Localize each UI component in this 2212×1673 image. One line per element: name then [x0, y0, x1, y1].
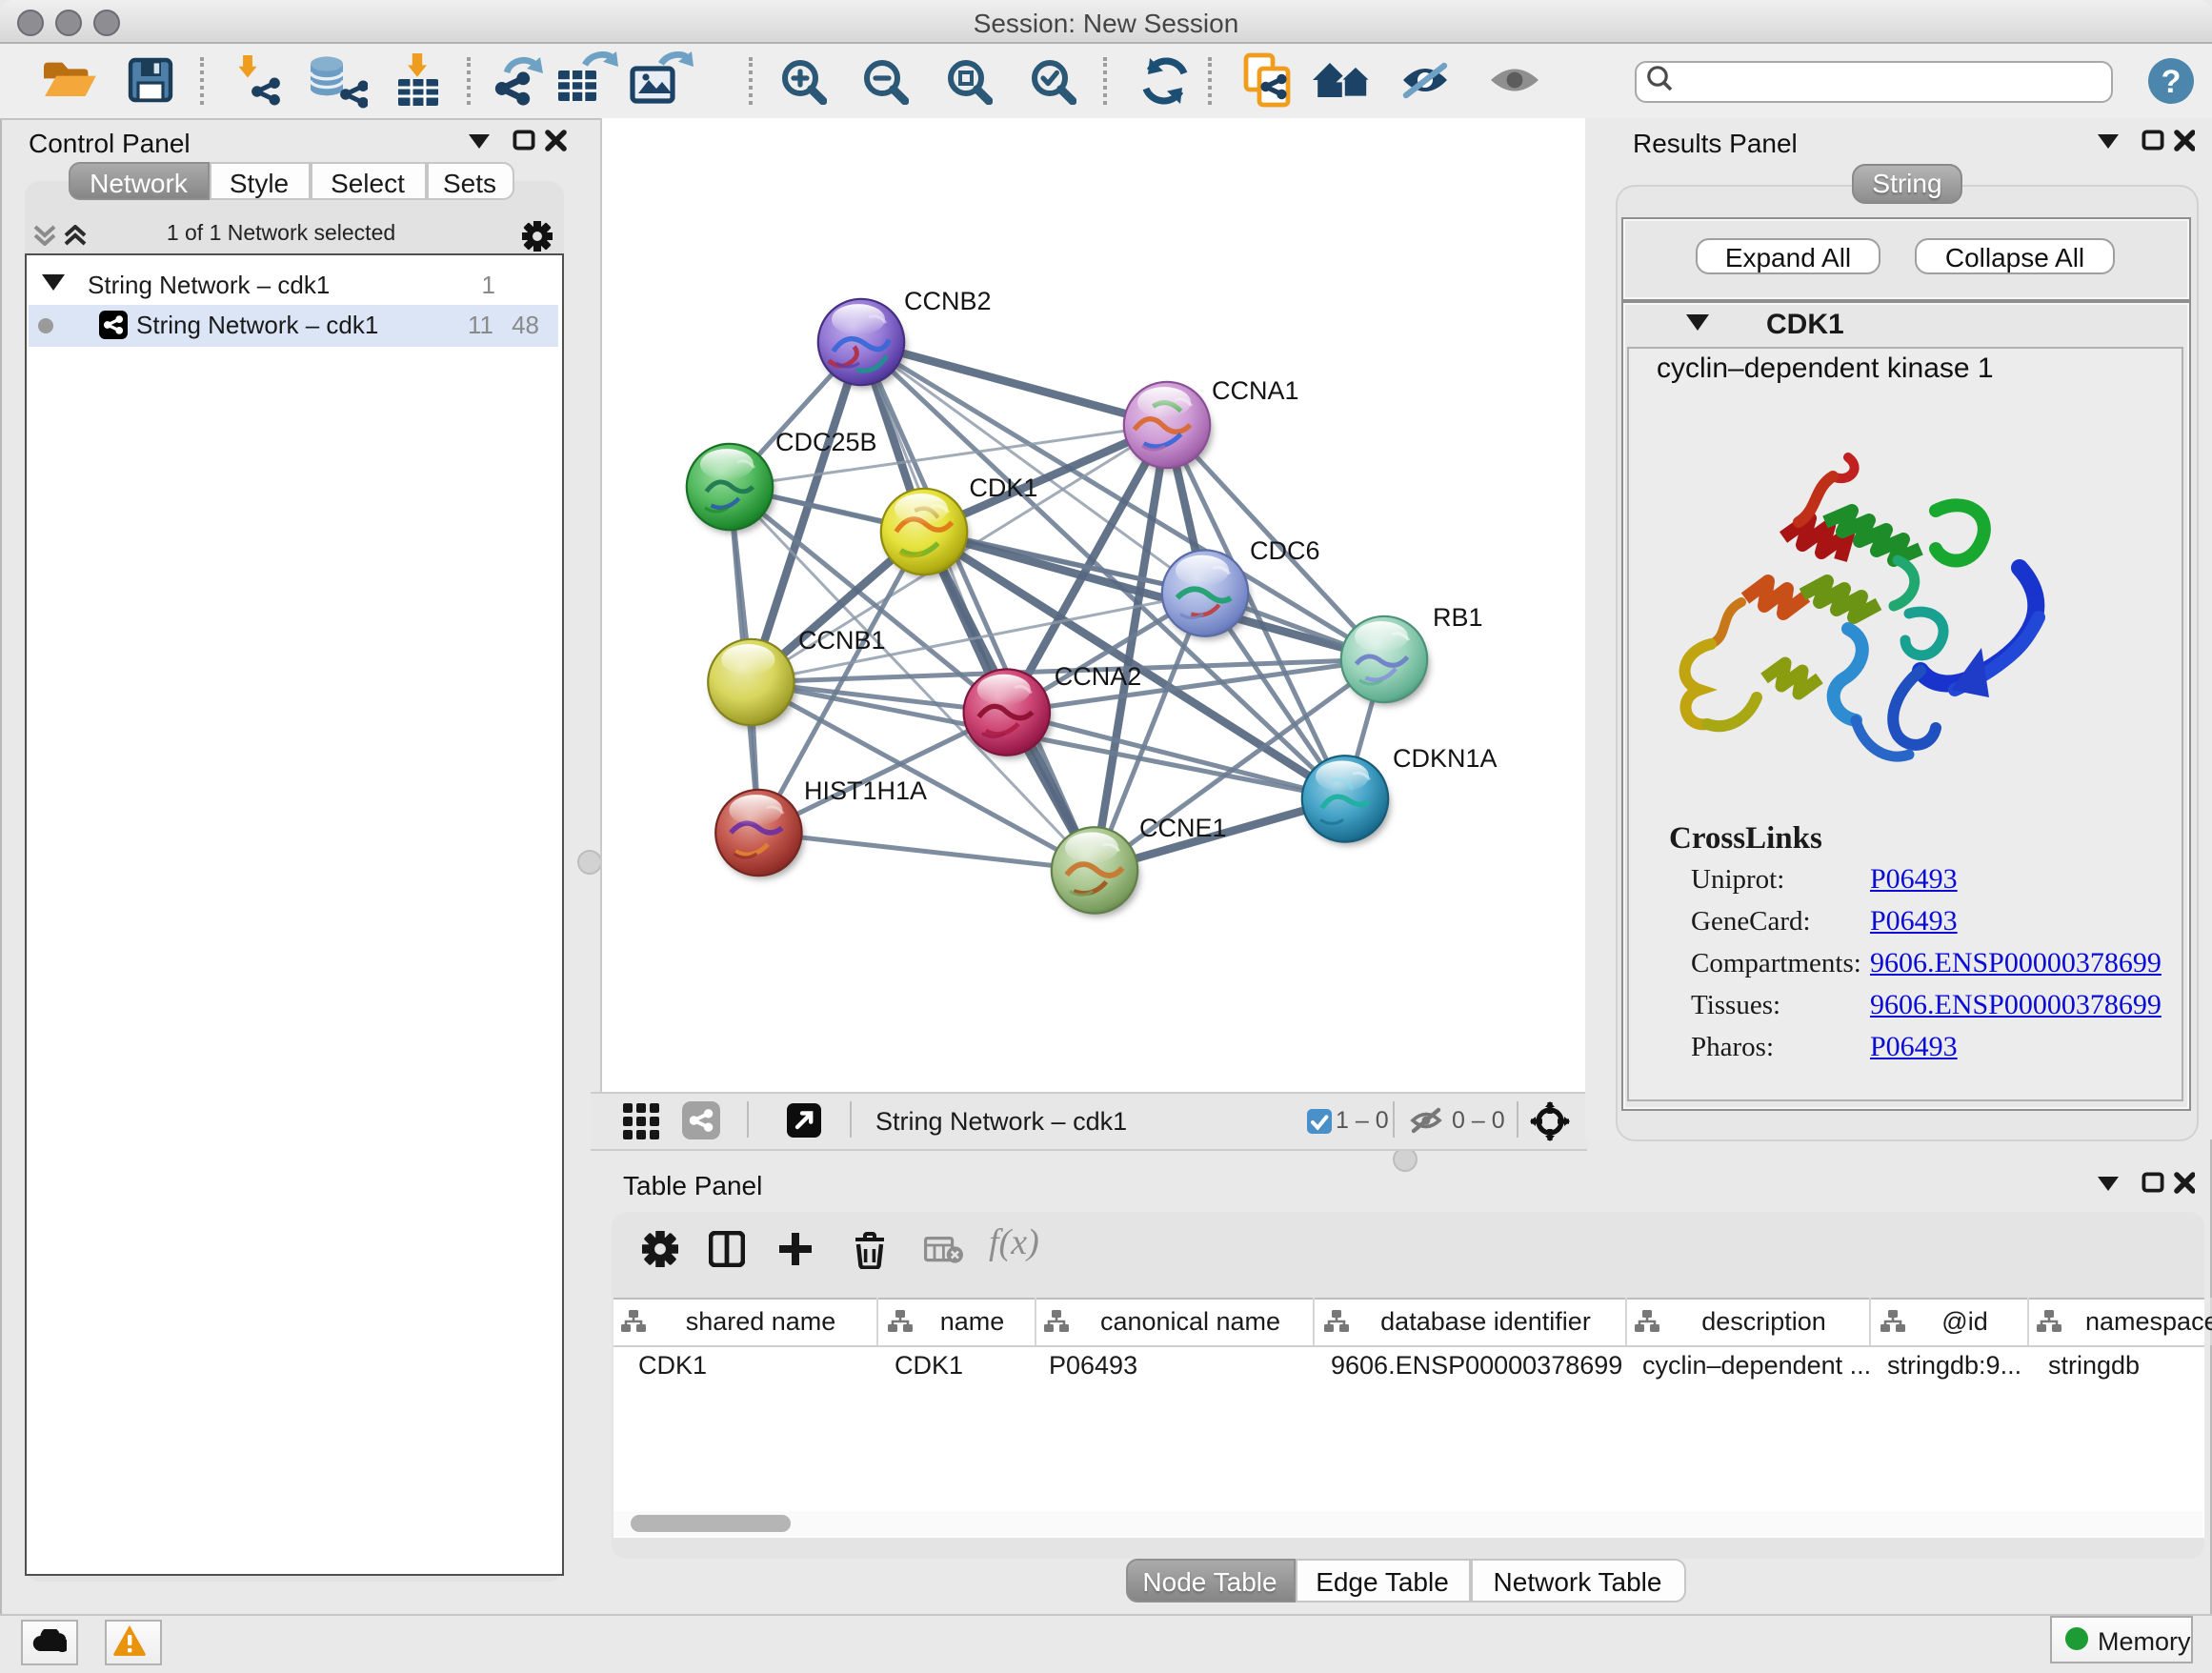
svg-text:?: ? — [2162, 64, 2182, 100]
